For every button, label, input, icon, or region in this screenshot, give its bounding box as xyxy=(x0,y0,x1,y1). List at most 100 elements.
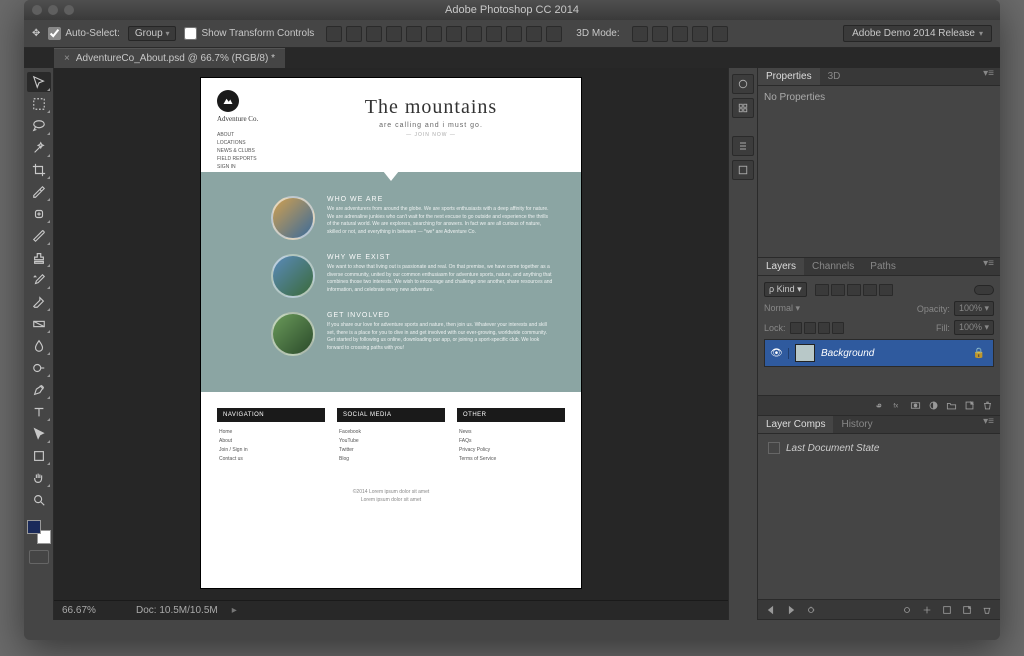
blur-tool[interactable] xyxy=(27,336,51,356)
path-select-tool[interactable] xyxy=(27,424,51,444)
layer-mask-icon[interactable] xyxy=(908,400,922,412)
align-icon[interactable] xyxy=(366,26,382,42)
swatches-panel-icon[interactable] xyxy=(732,98,754,118)
tab-layer-comps[interactable]: Layer Comps xyxy=(758,416,833,433)
lock-icon[interactable] xyxy=(832,322,844,334)
panel-menu-icon[interactable]: ▾≡ xyxy=(977,258,1000,275)
brush-tool[interactable] xyxy=(27,226,51,246)
zoom-tool[interactable] xyxy=(27,490,51,510)
document-tab[interactable]: × AdventureCo_About.psd @ 66.7% (RGB/8) … xyxy=(54,48,285,68)
filter-toggle[interactable] xyxy=(974,285,994,295)
layer-name: Background xyxy=(821,348,874,359)
distribute-icon[interactable] xyxy=(466,26,482,42)
panel-menu-icon[interactable]: ▾≡ xyxy=(977,68,1000,85)
color-swatches[interactable] xyxy=(27,520,51,544)
lock-icon[interactable] xyxy=(790,322,802,334)
filter-icon[interactable] xyxy=(815,284,829,296)
update-position-icon[interactable] xyxy=(920,604,934,616)
healing-tool[interactable] xyxy=(27,204,51,224)
adjustments-panel-icon[interactable] xyxy=(732,136,754,156)
visibility-icon[interactable]: 👁 xyxy=(765,348,789,359)
link-layers-icon[interactable] xyxy=(872,400,886,412)
distribute-icon[interactable] xyxy=(526,26,542,42)
distribute-icon[interactable] xyxy=(506,26,522,42)
type-tool[interactable] xyxy=(27,402,51,422)
panel-dock: Properties 3D ▾≡ No Properties Layers Ch… xyxy=(728,68,1000,620)
next-comp-icon[interactable] xyxy=(784,604,798,616)
tab-layers[interactable]: Layers xyxy=(758,258,804,275)
history-brush-tool[interactable] xyxy=(27,270,51,290)
distribute-icon[interactable] xyxy=(546,26,562,42)
align-icon[interactable] xyxy=(386,26,402,42)
shape-tool[interactable] xyxy=(27,446,51,466)
opacity-field[interactable]: 100% ▾ xyxy=(954,301,994,316)
blend-mode-select[interactable]: Normal ▾ xyxy=(764,303,844,314)
filter-icon[interactable] xyxy=(847,284,861,296)
delete-layer-icon[interactable] xyxy=(980,400,994,412)
3d-icon[interactable] xyxy=(692,26,708,42)
filter-icon[interactable] xyxy=(879,284,893,296)
auto-select-check[interactable]: Auto-Select: xyxy=(48,27,119,40)
tab-3d[interactable]: 3D xyxy=(820,68,849,85)
layer-fx-icon[interactable]: fx xyxy=(890,400,904,412)
3d-icon[interactable] xyxy=(652,26,668,42)
fill-field[interactable]: 100% ▾ xyxy=(954,320,994,335)
move-tool-icon[interactable]: ✥ xyxy=(32,28,40,39)
tab-history[interactable]: History xyxy=(833,416,880,433)
stamp-tool[interactable] xyxy=(27,248,51,268)
lasso-tool[interactable] xyxy=(27,116,51,136)
styles-panel-icon[interactable] xyxy=(732,160,754,180)
update-visibility-icon[interactable] xyxy=(900,604,914,616)
update-comp-icon[interactable] xyxy=(804,604,818,616)
tab-paths[interactable]: Paths xyxy=(862,258,904,275)
doc-size: Doc: 10.5M/10.5M xyxy=(136,605,218,616)
align-icon[interactable] xyxy=(346,26,362,42)
crop-tool[interactable] xyxy=(27,160,51,180)
marquee-tool[interactable] xyxy=(27,94,51,114)
align-icon[interactable] xyxy=(406,26,422,42)
new-layer-icon[interactable] xyxy=(962,400,976,412)
zoom-field[interactable] xyxy=(62,605,122,616)
auto-select-target[interactable]: Group ▾ xyxy=(128,26,177,41)
magic-wand-tool[interactable] xyxy=(27,138,51,158)
gradient-tool[interactable] xyxy=(27,314,51,334)
adjustment-layer-icon[interactable] xyxy=(926,400,940,412)
3d-icon[interactable] xyxy=(632,26,648,42)
new-comp-icon[interactable] xyxy=(960,604,974,616)
3d-icon[interactable] xyxy=(712,26,728,42)
filter-kind[interactable]: ρ Kind ▾ xyxy=(764,282,807,297)
3d-icon[interactable] xyxy=(672,26,688,42)
pen-tool[interactable] xyxy=(27,380,51,400)
apply-comp-icon[interactable] xyxy=(768,442,780,454)
lock-icon[interactable] xyxy=(804,322,816,334)
lock-icon[interactable] xyxy=(818,322,830,334)
properties-panel: Properties 3D ▾≡ No Properties xyxy=(758,68,1000,258)
filter-icon[interactable] xyxy=(831,284,845,296)
distribute-icon[interactable] xyxy=(486,26,502,42)
layer-row[interactable]: 👁 Background 🔒 xyxy=(765,340,993,366)
layer-comp-row[interactable]: Last Document State xyxy=(764,440,994,456)
distribute-icon[interactable] xyxy=(446,26,462,42)
layer-comps-footer xyxy=(758,599,1000,619)
eraser-tool[interactable] xyxy=(27,292,51,312)
filter-icon[interactable] xyxy=(863,284,877,296)
new-group-icon[interactable] xyxy=(944,400,958,412)
show-transform-check[interactable]: Show Transform Controls xyxy=(184,27,314,40)
tab-properties[interactable]: Properties xyxy=(758,68,820,85)
eyedropper-tool[interactable] xyxy=(27,182,51,202)
quick-mask-icon[interactable] xyxy=(29,550,49,564)
delete-comp-icon[interactable] xyxy=(980,604,994,616)
workspace-switcher[interactable]: Adobe Demo 2014 Release▾ xyxy=(843,25,992,42)
prev-comp-icon[interactable] xyxy=(764,604,778,616)
color-panel-icon[interactable] xyxy=(732,74,754,94)
align-icon[interactable] xyxy=(326,26,342,42)
align-icon[interactable] xyxy=(426,26,442,42)
dodge-tool[interactable] xyxy=(27,358,51,378)
canvas[interactable]: Adventure Co. ABOUTLOCATIONSNEWS & CLUBS… xyxy=(54,68,728,620)
tab-channels[interactable]: Channels xyxy=(804,258,862,275)
move-tool[interactable] xyxy=(27,72,51,92)
panel-menu-icon[interactable]: ▾≡ xyxy=(977,416,1000,433)
hand-tool[interactable] xyxy=(27,468,51,488)
close-tab-icon[interactable]: × xyxy=(64,53,70,64)
update-appearance-icon[interactable] xyxy=(940,604,954,616)
